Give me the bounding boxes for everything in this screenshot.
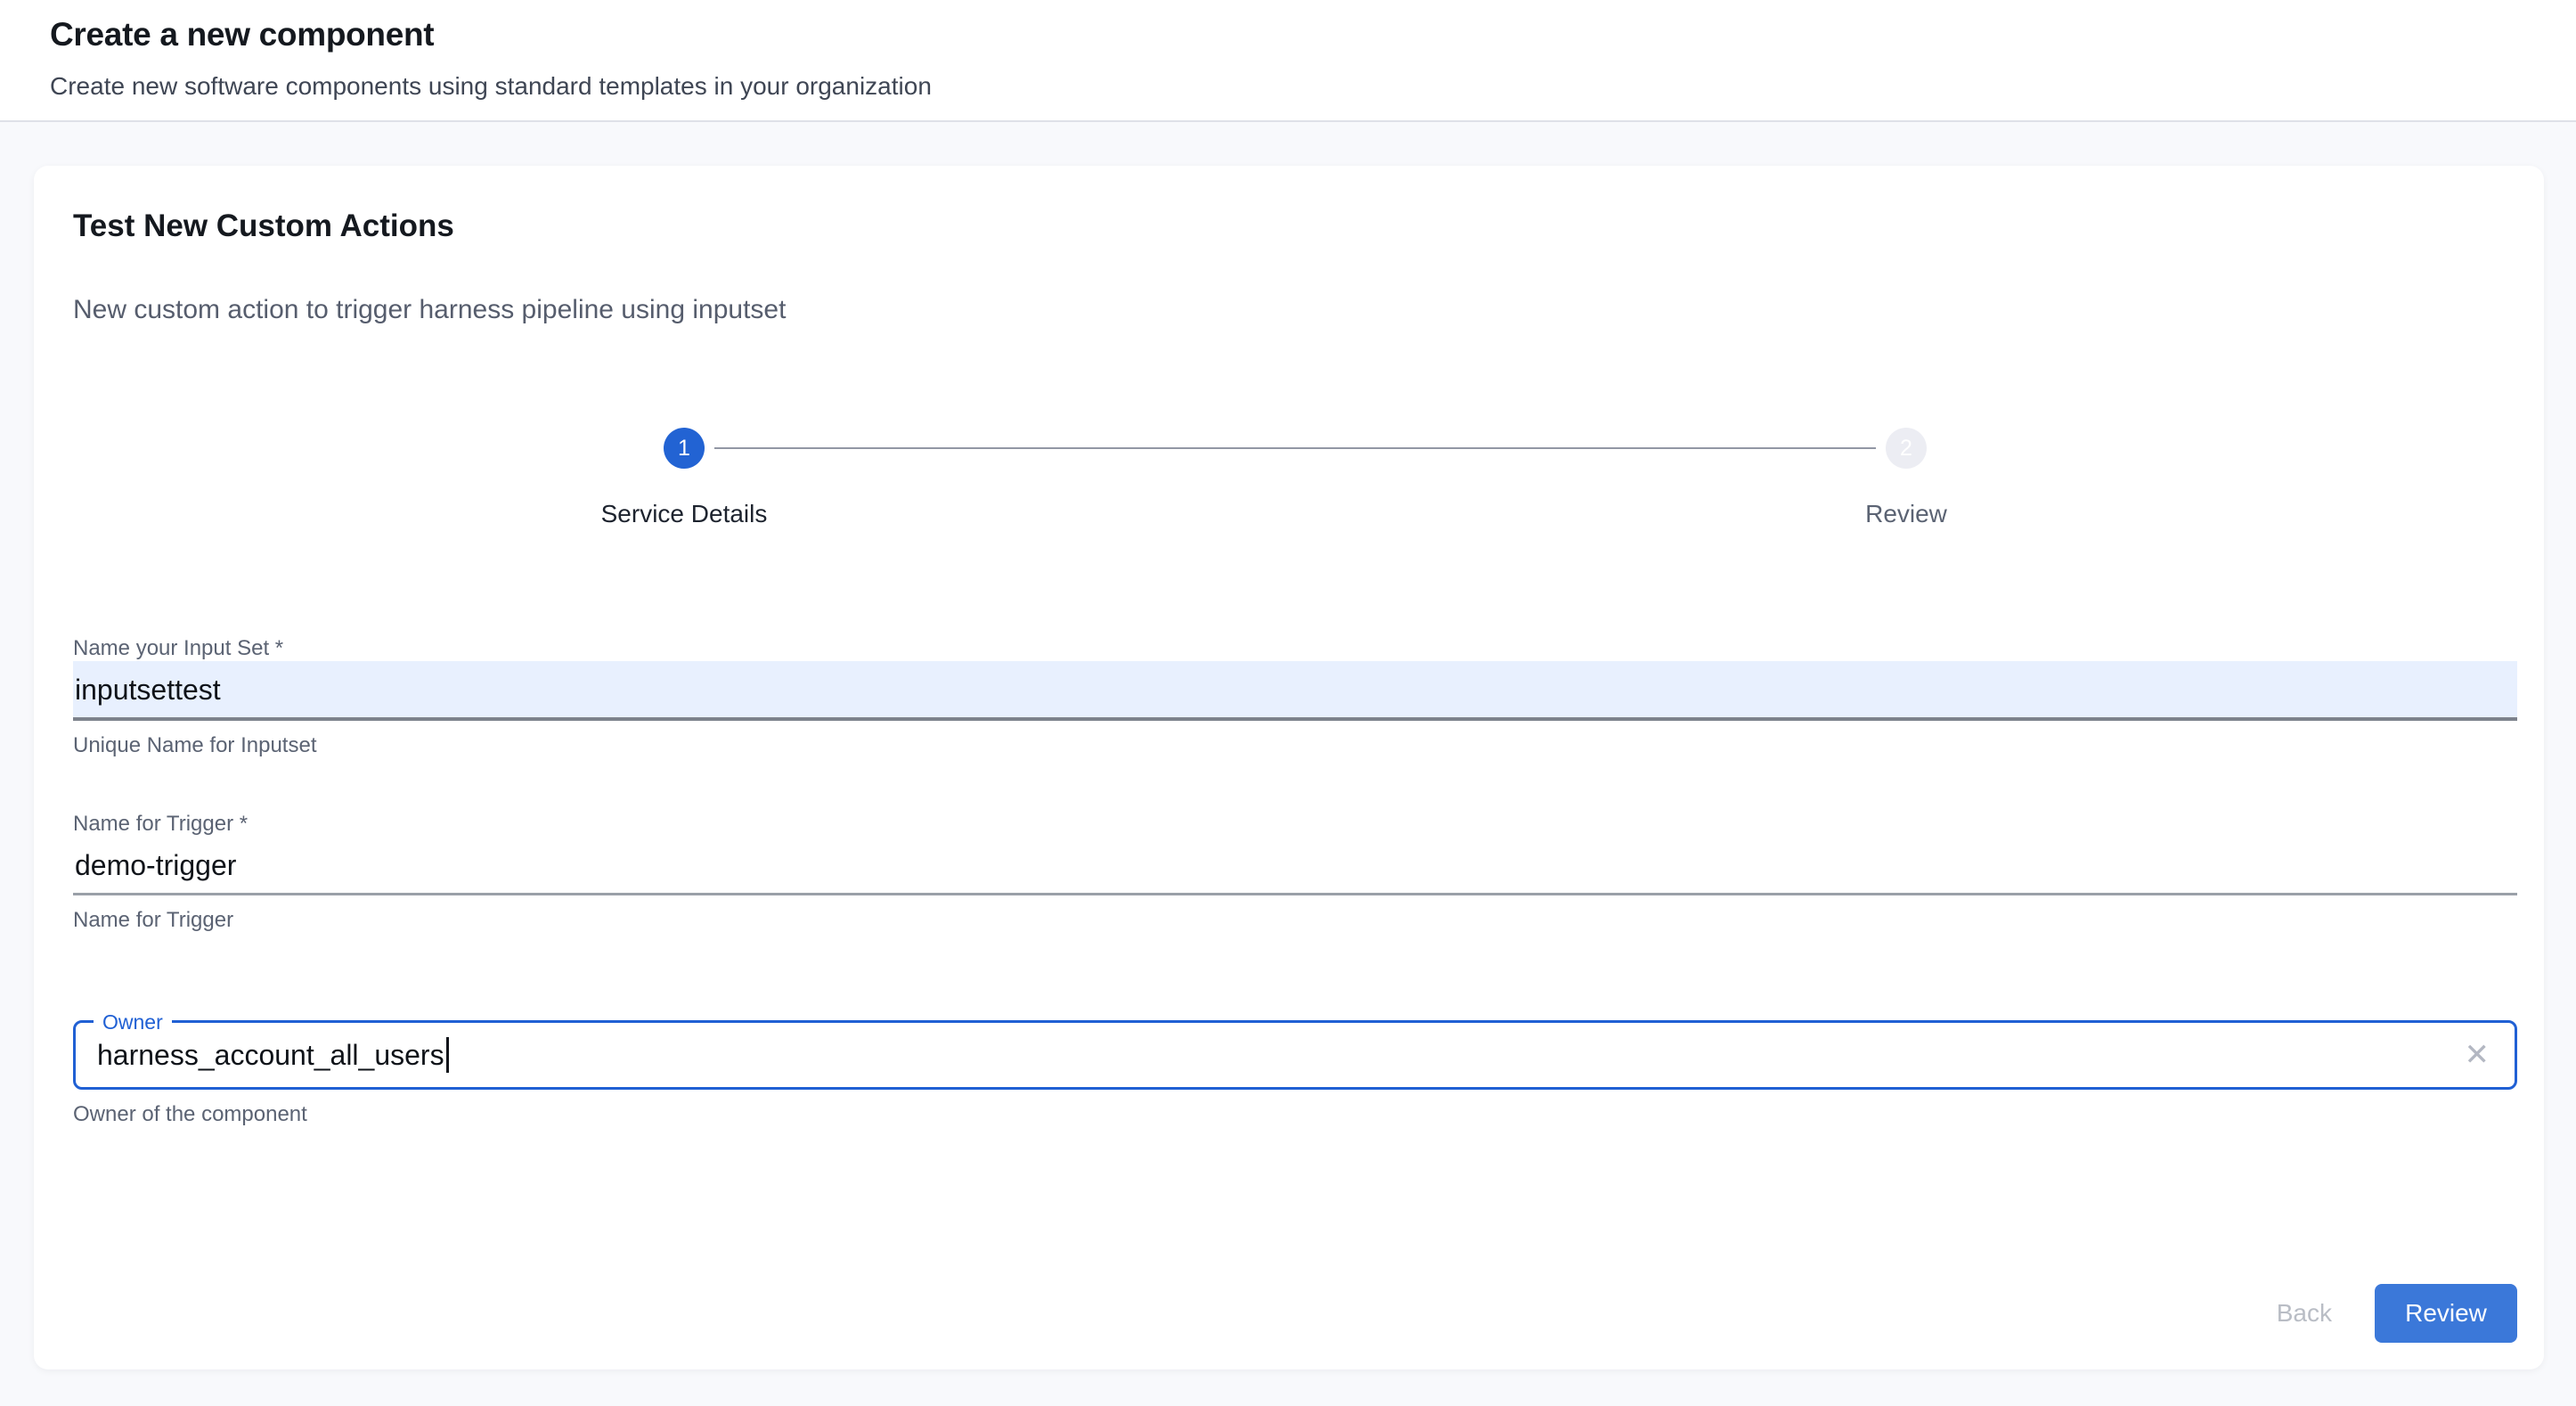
trigger-name-label: Name for Trigger * [73,812,2517,837]
input-set-name-label: Name your Input Set * [73,636,2517,661]
template-wizard-card: Test New Custom Actions New custom actio… [34,166,2544,1369]
step-review: 2 Review [1295,428,2517,529]
stepper-steps: 1 Service Details 2 Review [73,428,2517,529]
field-owner: Owner harness_account_all_users ✕ Owner … [73,1020,2517,1127]
clear-icon[interactable]: ✕ [2461,1036,2494,1074]
step-2-label: Review [1865,499,1947,529]
page-title: Create a new component [50,14,2526,55]
owner-value: harness_account_all_users [97,1039,444,1072]
owner-input[interactable]: Owner harness_account_all_users ✕ [73,1020,2517,1090]
text-cursor [446,1037,449,1073]
page-header: Create a new component Create new softwa… [0,0,2576,122]
step-2-circle: 2 [1886,428,1927,469]
service-details-form: Name your Input Set * Unique Name for In… [73,636,2517,1127]
template-title: Test New Custom Actions [73,166,2517,246]
page-subtitle: Create new software components using sta… [50,71,2526,102]
stepper: 1 Service Details 2 Review [73,428,2517,529]
step-service-details: 1 Service Details [73,428,1295,529]
step-1-label: Service Details [601,499,768,529]
field-input-set-name: Name your Input Set * Unique Name for In… [73,636,2517,758]
trigger-name-helper: Name for Trigger [73,908,2517,933]
step-1-circle: 1 [664,428,705,469]
template-description: New custom action to trigger harness pip… [73,292,2517,328]
owner-helper: Owner of the component [73,1102,2517,1127]
owner-label: Owner [94,1010,172,1034]
wizard-footer: Back Review [73,1284,2517,1343]
field-trigger-name: Name for Trigger * Name for Trigger [73,812,2517,933]
input-set-name-input[interactable] [73,661,2517,721]
stepper-connector [714,447,1876,449]
input-set-name-helper: Unique Name for Inputset [73,733,2517,758]
trigger-name-input[interactable] [73,837,2517,895]
review-button[interactable]: Review [2375,1284,2517,1343]
back-button[interactable]: Back [2255,1287,2353,1340]
